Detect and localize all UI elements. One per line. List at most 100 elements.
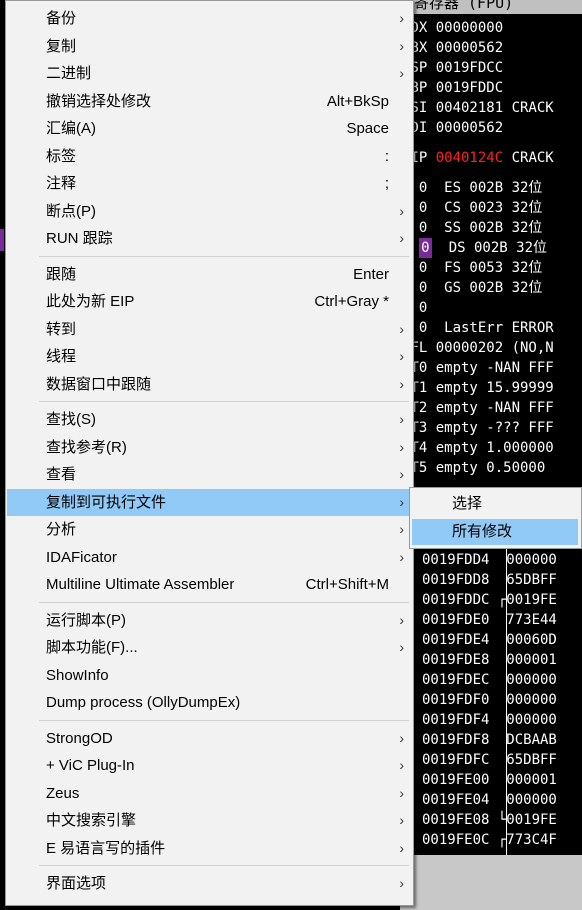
menu-item[interactable]: Zeus › — [7, 780, 412, 807]
stack-pane: 0019FDD4 000000 0019FDD8 65DBFF 0019FDDC ┌… — [400, 545, 582, 855]
chevron-right-icon: › — [399, 230, 404, 246]
chevron-right-icon: › — [399, 639, 404, 655]
menu-item-label: RUN 跟踪 — [46, 230, 113, 247]
menu-item[interactable]: 二进制 › — [7, 60, 412, 87]
menu-item[interactable]: 查找参考(R) › — [7, 434, 412, 461]
chevron-right-icon: › — [399, 521, 404, 537]
menu-item-label: 复制 — [46, 37, 77, 55]
menu-item-label: IDAFicator — [46, 548, 117, 566]
register-line[interactable]: ESP 0019FDCC — [402, 58, 503, 78]
stack-row[interactable]: 0019FDE0 773E44 — [422, 610, 557, 630]
menu-item[interactable]: RUN 跟踪 › — [7, 225, 412, 252]
menu-item-label: 跟随 — [46, 265, 77, 283]
register-line[interactable]: ST4 empty 1.000000 — [402, 438, 554, 458]
registers-pane: 寄存器 (FPU) EDX 00000000 EBX 00000562 ESP 00… — [400, 0, 582, 535]
chevron-right-icon: › — [399, 320, 404, 337]
menu-item[interactable]: 注释; — [7, 170, 412, 197]
breakpoint-marker — [0, 229, 4, 251]
menu-item[interactable]: 数据窗口中跟随 › — [7, 371, 412, 398]
menu-item[interactable]: IDAFicator › — [7, 544, 412, 571]
menu-item[interactable]: ShowInfo — [7, 662, 412, 689]
stack-row[interactable]: 0019FDEC 000000 — [422, 670, 557, 690]
stack-row[interactable]: 0019FDD4 000000 — [422, 550, 557, 570]
chevron-right-icon: › — [399, 757, 404, 773]
menu-item[interactable]: 运行脚本(P) › — [7, 607, 412, 634]
menu-item-shortcut: Ctrl+Shift+M — [305, 576, 389, 593]
menu-item-label: 界面选项 — [46, 875, 107, 892]
menu-item[interactable]: 此处为新 EIP Ctrl+Gray * — [7, 288, 412, 315]
menu-item[interactable]: 标签: — [7, 143, 412, 170]
menu-item[interactable]: 跟随 Enter — [7, 261, 412, 288]
menu-item[interactable]: 复制到可执行文件 › — [7, 488, 412, 516]
menu-item[interactable]: 界面选项 › — [7, 870, 412, 897]
menu-item[interactable]: 汇编(A) Space — [7, 115, 412, 142]
menu-item[interactable]: 中文搜索引擎 › — [7, 807, 412, 834]
register-line[interactable]: T 0 GS 002B 32位 — [402, 278, 542, 298]
menu-item-label: 查找参考(R) — [46, 438, 127, 456]
register-line[interactable]: EFL 00000202 (NO,N — [402, 338, 554, 358]
register-line[interactable]: P 0 CS 0023 32位 — [402, 198, 542, 218]
chevron-right-icon: › — [399, 729, 404, 746]
register-line[interactable]: Z 0 DS 002B 32位 — [402, 238, 547, 258]
menu-item-label: 线程 — [46, 348, 77, 365]
menu-item-label: Multiline Ultimate Assembler — [46, 576, 235, 593]
menu-item[interactable]: 脚本功能(F)... › — [7, 634, 412, 661]
register-line[interactable]: ESI 00402181 CRACK — [402, 98, 554, 118]
chevron-right-icon: › — [399, 65, 404, 81]
menu-item[interactable]: 分析 › — [7, 516, 412, 543]
stack-row[interactable]: 0019FDDC ┌0019FE — [422, 590, 557, 610]
register-line[interactable]: O 0 LastErr ERROR — [402, 318, 554, 338]
menu-item-label: 脚本功能(F)... — [46, 639, 138, 656]
register-line[interactable]: ST0 empty -NAN FFF — [402, 358, 554, 378]
menu-item[interactable]: 复制 › — [7, 33, 412, 60]
menu-item[interactable]: E 易语言写的插件 › — [7, 835, 412, 862]
stack-row[interactable]: 0019FE08 └0019FE — [422, 810, 557, 830]
register-line[interactable]: EBP 0019FDDC — [402, 78, 503, 98]
register-line[interactable]: A 0 SS 002B 32位 — [402, 218, 542, 238]
menu-item[interactable]: 查看 › — [7, 461, 412, 488]
menu-item[interactable]: + ViC Plug-In › — [7, 752, 412, 779]
register-line[interactable]: EDX 00000000 — [402, 18, 503, 38]
menu-item-label: 查找(S) — [46, 411, 96, 428]
menu-item[interactable]: Dump process (OllyDumpEx) — [7, 689, 412, 716]
stack-row[interactable]: 0019FE0C ┌773C4F — [422, 830, 557, 850]
chevron-right-icon: › — [399, 493, 404, 510]
register-line-eip[interactable]: EIP 0040124C CRACK — [402, 148, 554, 168]
menu-item-label: 中文搜索引擎 — [46, 812, 137, 829]
submenu-item[interactable]: 所有修改 — [412, 519, 578, 545]
stack-row[interactable]: 0019FDF0 000000 — [422, 690, 557, 710]
menu-item[interactable]: 线程 › — [7, 343, 412, 370]
chevron-right-icon: › — [399, 611, 404, 628]
zero-flag-value[interactable]: 0 — [418, 238, 432, 258]
stack-row[interactable]: 0019FE04 000000 — [422, 790, 557, 810]
stack-row[interactable]: 0019FDE4 00060D — [422, 630, 557, 650]
menu-item[interactable]: 备份 › — [7, 5, 412, 32]
submenu-item[interactable]: 选择 — [412, 491, 578, 517]
menu-separator — [39, 601, 409, 603]
register-line[interactable]: ST5 empty 0.50000 — [402, 458, 545, 478]
stack-row[interactable]: 0019FDD8 65DBFF — [422, 570, 557, 590]
menu-item[interactable]: 查找(S) › — [7, 406, 412, 433]
menu-item[interactable]: 断点(P) › — [7, 198, 412, 225]
menu-item-shortcut: : — [384, 147, 389, 165]
eip-value: 0040124C — [435, 150, 504, 166]
menu-item[interactable]: StrongOD › — [7, 725, 412, 752]
menu-item[interactable]: 转到 › — [7, 316, 412, 343]
register-line[interactable]: C 0 ES 002B 32位 — [402, 178, 542, 198]
menu-item-label: 转到 — [46, 320, 77, 338]
stack-row[interactable]: 0019FDFC 65DBFF — [422, 750, 557, 770]
stack-row[interactable]: 0019FDF8 DCBAAB — [422, 730, 557, 750]
register-line[interactable]: EBX 00000562 — [402, 38, 503, 58]
register-line[interactable]: ST1 empty 15.99999 — [402, 378, 554, 398]
register-line[interactable]: EDI 00000562 — [402, 118, 503, 138]
stack-row[interactable]: 0019FDE8 000001 — [422, 650, 557, 670]
stack-row[interactable]: 0019FDF4 000000 — [422, 710, 557, 730]
stack-row[interactable]: 0019FE00 000001 — [422, 770, 557, 790]
status-area — [400, 855, 582, 910]
menu-item[interactable]: 撤销选择处修改 Alt+BkSp — [7, 88, 412, 115]
menu-item[interactable]: Multiline Ultimate Assembler Ctrl+Shift+M — [7, 571, 412, 598]
register-line[interactable]: S 0 FS 0053 32位 — [402, 258, 542, 278]
submenu-item-label: 选择 — [452, 495, 483, 512]
register-line[interactable]: ST3 empty -??? FFF — [402, 418, 554, 438]
register-line[interactable]: ST2 empty -NAN FFF — [402, 398, 554, 418]
